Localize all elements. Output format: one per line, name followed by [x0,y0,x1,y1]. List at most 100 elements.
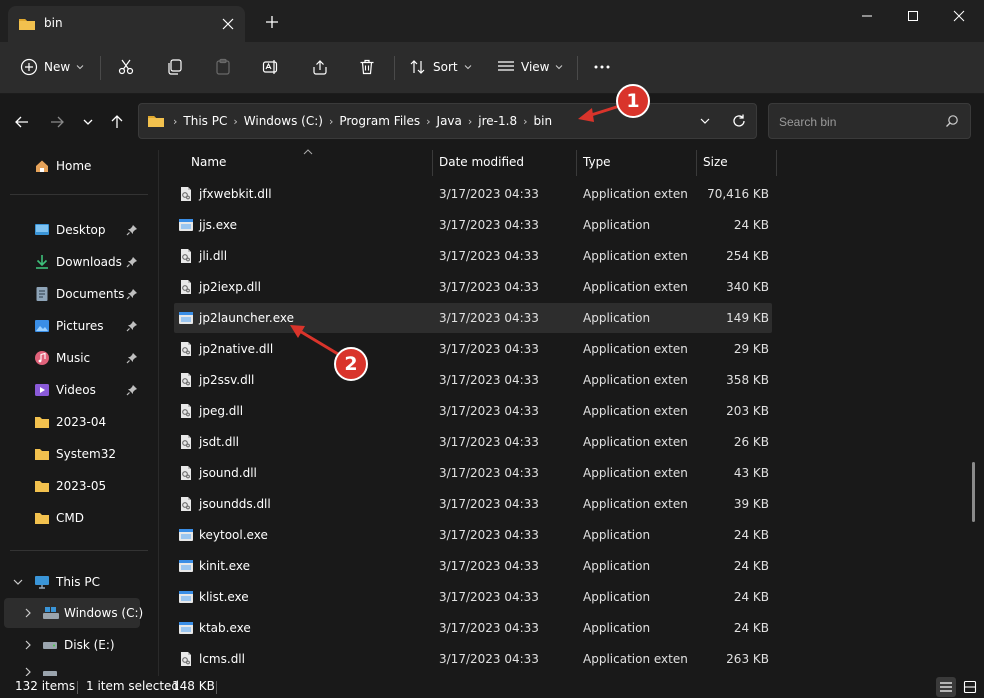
paste-button[interactable] [214,42,232,92]
file-row[interactable]: jp2ssv.dll 3/17/2023 04:33 Application ext… [174,365,772,395]
sidebar-item-folder[interactable]: CMD [0,503,158,533]
sort-icon [410,60,425,74]
file-size: 39 KB [733,497,769,511]
file-type: Application [583,590,651,604]
search-input[interactable] [777,112,941,132]
refresh-button[interactable] [731,113,747,129]
sidebar-item-home[interactable]: Home [0,151,158,181]
close-window-button[interactable] [936,0,982,32]
file-row[interactable]: jli.dll 3/17/2023 04:33 Application exten.… [174,241,772,271]
scrollbar-thumb[interactable] [972,462,975,522]
file-row[interactable]: ktab.exe 3/17/2023 04:33 Application 24 KB [174,613,772,643]
file-row[interactable]: jsdt.dll 3/17/2023 04:33 Application exten… [174,427,772,457]
chevron-right-icon[interactable] [22,607,34,619]
cut-button[interactable] [117,42,135,92]
pin-icon[interactable] [126,320,138,332]
file-row[interactable]: jpeg.dll 3/17/2023 04:33 Application exten… [174,396,772,426]
pin-icon[interactable] [126,256,138,268]
sort-button[interactable]: Sort [409,42,472,92]
crumb-windows-c[interactable]: Windows (C:) [240,114,327,128]
dll-icon [178,434,194,450]
sidebar-item-pictures[interactable]: Pictures [0,311,158,341]
tab-bin[interactable]: bin [8,6,245,42]
pin-icon[interactable] [126,224,138,236]
file-row[interactable]: jp2iexp.dll 3/17/2023 04:33 Application ex… [174,272,772,302]
divider [394,56,395,80]
file-row[interactable]: jsoundds.dll 3/17/2023 04:33 Application e… [174,489,772,519]
details-view-button[interactable] [936,677,956,697]
chevron-right-icon: › [523,114,528,128]
sidebar-label: 2023-04 [56,415,107,429]
back-button[interactable] [12,112,32,132]
column-divider[interactable] [696,150,697,176]
new-tab-button[interactable] [262,12,282,32]
file-row[interactable]: jjs.exe 3/17/2023 04:33 Application 24 KB [174,210,772,240]
file-row[interactable]: kinit.exe 3/17/2023 04:33 Application 24 KB [174,551,772,581]
file-size: 70,416 KB [707,187,769,201]
tiles-view-button[interactable] [960,677,980,697]
rename-button[interactable] [262,42,280,92]
chevron-right-icon[interactable] [22,639,34,651]
chevron-down-icon[interactable] [12,576,24,588]
crumb-java[interactable]: Java [433,114,466,128]
column-type[interactable]: Type [583,155,611,169]
file-row[interactable]: jp2native.dll 3/17/2023 04:33 Application … [174,334,772,364]
sidebar-item-windows-c[interactable]: Windows (C:) [4,598,143,628]
pin-icon[interactable] [126,288,138,300]
address-bar[interactable]: › This PC › Windows (C:) › Program Files… [138,103,757,139]
sidebar-item-folder[interactable]: 2023-04 [0,407,158,437]
view-button[interactable]: View [497,42,563,92]
file-row[interactable]: jsound.dll 3/17/2023 04:33 Application ext… [174,458,772,488]
search-box[interactable] [768,103,971,139]
maximize-button[interactable] [890,0,936,32]
sidebar-item-downloads[interactable]: Downloads [0,247,158,277]
close-tab-icon[interactable] [220,16,236,32]
column-name[interactable]: Name [191,155,226,169]
delete-button[interactable] [358,42,376,92]
share-button[interactable] [311,42,329,92]
pin-icon[interactable] [126,352,138,364]
exe-icon [178,589,194,605]
file-type: Application [583,311,651,325]
copy-button[interactable] [166,42,184,92]
pin-icon[interactable] [126,384,138,396]
column-size[interactable]: Size [703,155,728,169]
up-button[interactable] [107,112,127,132]
sidebar-item-disk-e[interactable]: Disk (E:) [0,630,158,660]
chevron-right-icon[interactable] [22,666,34,676]
address-history-button[interactable] [699,115,711,127]
file-row[interactable]: jfxwebkit.dll 3/17/2023 04:33 Application … [174,179,772,209]
column-divider[interactable] [576,150,577,176]
copy-icon [168,59,182,75]
sidebar-label: System32 [56,447,117,461]
sidebar-item-folder[interactable]: 2023-05 [0,471,158,501]
file-type: Application exten... [583,187,689,201]
more-options-button[interactable] [593,42,611,92]
column-date-modified[interactable]: Date modified [439,155,524,169]
file-row[interactable]: jp2launcher.exe 3/17/2023 04:33 Applicatio… [174,303,772,333]
crumb-this-pc[interactable]: This PC [179,114,231,128]
sidebar-item-partial[interactable] [0,662,158,676]
minimize-button[interactable] [844,0,890,32]
recent-locations-button[interactable] [78,112,98,132]
pane-divider[interactable] [158,150,159,676]
search-icon[interactable] [945,114,959,128]
file-row[interactable]: klist.exe 3/17/2023 04:33 Application 24 KB [174,582,772,612]
file-row[interactable]: keytool.exe 3/17/2023 04:33 Application 24 … [174,520,772,550]
file-row[interactable]: lcms.dll 3/17/2023 04:33 Application exten… [174,644,772,674]
sidebar-item-desktop[interactable]: Desktop [0,215,158,245]
sidebar-item-this-pc[interactable]: This PC [0,567,158,597]
crumb-jre[interactable]: jre-1.8 [474,114,521,128]
column-divider[interactable] [432,150,433,176]
sidebar-item-folder[interactable]: System32 [0,439,158,469]
column-divider[interactable] [776,150,777,176]
sidebar-item-videos[interactable]: Videos [0,375,158,405]
forward-button[interactable] [47,112,67,132]
crumb-bin[interactable]: bin [530,114,557,128]
sidebar-item-music[interactable]: Music [0,343,158,373]
crumb-program-files[interactable]: Program Files [335,114,424,128]
sidebar-item-documents[interactable]: Documents [0,279,158,309]
file-size: 358 KB [726,373,769,387]
new-button[interactable]: New [20,42,84,92]
computer-icon [34,574,50,590]
